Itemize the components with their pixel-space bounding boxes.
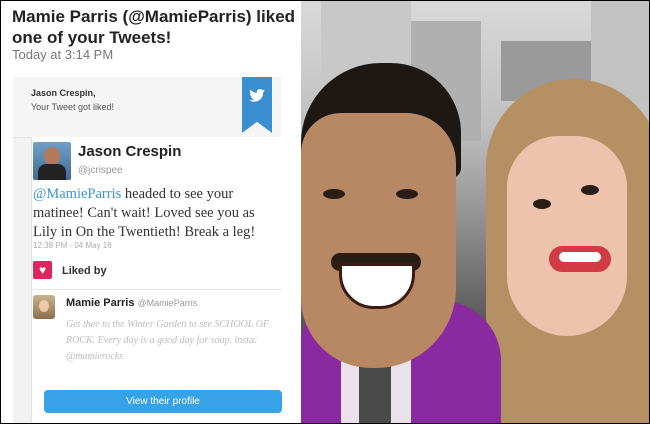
tweet-author-handle[interactable]: @jcrispee: [78, 165, 123, 176]
man-face: [301, 113, 456, 368]
tweet-author-name[interactable]: Jason Crespin: [78, 143, 181, 160]
recipient-name: Jason Crespin,: [31, 88, 96, 98]
email-header: Jason Crespin, Your Tweet got liked!: [13, 77, 281, 138]
notification-time: Today at 3:14 PM: [12, 47, 114, 62]
liker-name-line[interactable]: Mamie Parris @MamieParris: [66, 297, 197, 309]
notification-title: Mamie Parris (@MamieParris) liked one of…: [12, 7, 296, 47]
notification-panel: Mamie Parris (@MamieParris) liked one of…: [1, 1, 301, 423]
liker-name[interactable]: Mamie Parris: [66, 297, 134, 309]
tweet-timestamp[interactable]: 12:38 PM - 04 May 16: [33, 241, 112, 250]
tweet-mention-link[interactable]: @MamieParris: [33, 186, 121, 202]
screenshot-frame: Mamie Parris (@MamieParris) liked one of…: [0, 0, 650, 424]
twitter-bird-icon: [249, 89, 265, 102]
twitter-ribbon: [242, 77, 272, 133]
tweet-card: Jason Crespin @jcrispee @MamieParris hea…: [31, 137, 282, 423]
email-body: Jason Crespin, Your Tweet got liked! Jas…: [13, 77, 282, 423]
view-profile-button[interactable]: View their profile: [44, 390, 282, 413]
liked-by-label: Liked by: [62, 265, 107, 277]
woman-face: [507, 136, 627, 336]
heart-icon: ♥: [33, 261, 52, 279]
liker-handle[interactable]: @MamieParris: [138, 298, 198, 308]
author-avatar[interactable]: [33, 142, 71, 180]
liked-by-row: ♥ Liked by: [32, 255, 282, 290]
selfie-photo: [301, 1, 649, 423]
email-subtitle: Your Tweet got liked!: [31, 102, 115, 112]
liker-bio: Get thee to the Winter Garden to see SCH…: [66, 319, 270, 362]
tweet-text: @MamieParris headed to see your matinee!…: [33, 185, 278, 242]
liker-avatar[interactable]: [33, 295, 55, 319]
